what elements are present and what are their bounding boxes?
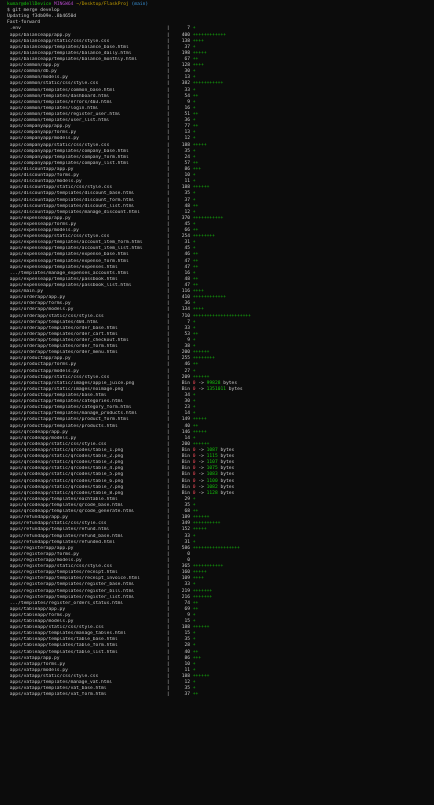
- change-count: 37: [184, 692, 190, 698]
- binary-change: 0 -> 1351011 bytes: [192, 386, 243, 392]
- additions-bar: +++++++++++++++++: [192, 545, 240, 551]
- additions-bar: ++++++++: [192, 234, 215, 240]
- binary-change: 0 -> 1128 bytes: [192, 490, 235, 496]
- additions-bar: ++++++++++++: [192, 295, 226, 301]
- terminal-window[interactable]: kumar@dellDevice MINGW64 ~/Desktop/Flask…: [0, 0, 434, 698]
- shell-name: MINGW64: [54, 2, 74, 7]
- working-directory: ~/Desktop/FlaskProj: [76, 2, 129, 7]
- additions-bar: +++++++++++++++++++++: [192, 313, 251, 319]
- file-path: apps/vatapp/templates/vat_form.html: [7, 692, 107, 698]
- additions-bar: +++++++++++: [192, 81, 224, 87]
- diffstat-row: apps/vatapp/templates/vat_form.html | 37 …: [7, 692, 434, 698]
- git-branch: (main): [131, 2, 149, 7]
- column-separator: |: [164, 692, 170, 698]
- diffstat-list: .env | 7 + apps/balanceapp/app.py | 400 ++…: [7, 26, 434, 698]
- user-host: kumar@dellDevice: [7, 2, 52, 7]
- additions-bar: +++++++++++: [192, 215, 224, 221]
- additions-bar: ++: [192, 692, 199, 698]
